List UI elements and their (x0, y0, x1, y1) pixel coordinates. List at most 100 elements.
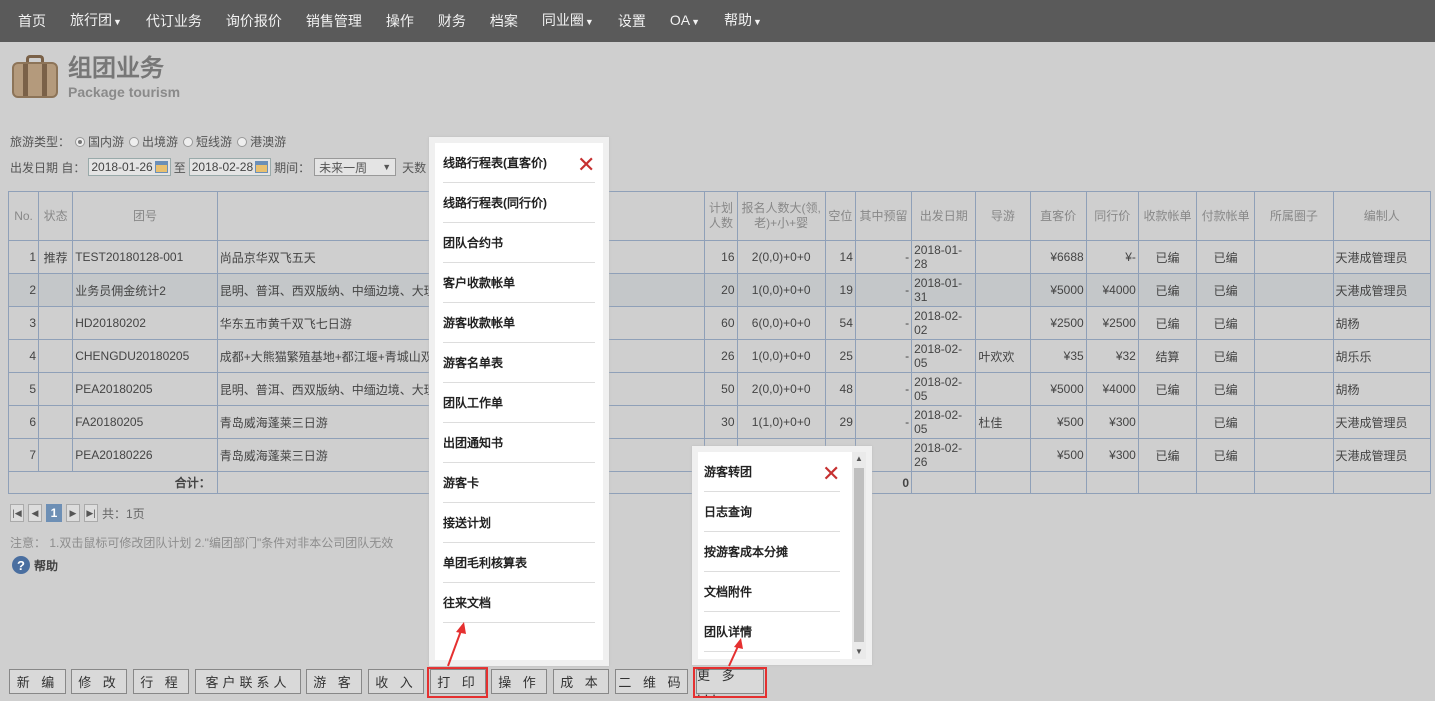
print-menu-item[interactable]: 线路行程表(直客价) (443, 143, 595, 183)
cell-code: PEA20180226 (72, 438, 218, 472)
more-menu-item[interactable]: 日志查询 (704, 492, 840, 532)
cell-creator: 天港成管理员 (1332, 438, 1432, 472)
column-header[interactable]: 报名人数大(领,老)+小+婴 (736, 191, 826, 241)
date-from-input[interactable]: 2018-01-26 (88, 158, 171, 176)
column-header[interactable]: 直客价 (1029, 191, 1087, 241)
cell-code: PEA20180205 (72, 372, 218, 406)
table-row[interactable]: 5 PEA20180205 昆明、普洱、西双版纳、中缅边境、大理 50 2(0,0)+0… (7, 372, 1432, 406)
radio-icon[interactable] (237, 137, 248, 147)
edit-button[interactable]: 修 改 (71, 669, 127, 694)
table-row[interactable]: 2 业务员佣金统计2 昆明、普洱、西双版纳、中缅边境、大理 20 1(0,0)+0+0 1… (7, 273, 1432, 307)
column-header[interactable]: 编制人 (1332, 191, 1432, 241)
cost-button[interactable]: 成 本 (553, 669, 609, 694)
tourist-button[interactable]: 游 客 (306, 669, 362, 694)
nav-item[interactable]: 销售管理 (294, 0, 374, 42)
calendar-icon[interactable] (255, 161, 269, 173)
table-row[interactable]: 3 HD20180202 华东五市黄千双飞七日游 60 6(0,0)+0+0 54-201… (7, 306, 1432, 340)
travel-type-filter: 旅游类型： 国内游 出境游 短线游 港澳游 (10, 133, 286, 150)
print-menu-item[interactable]: 出团通知书 (443, 423, 595, 463)
nav-item[interactable]: 财务 (426, 0, 478, 42)
table-row[interactable]: 6 FA20180205 青岛威海蓬莱三日游 30 1(1,0)+0+0 29-2018-… (7, 405, 1432, 439)
column-header[interactable]: 付款帐单 (1196, 191, 1256, 241)
print-menu-item[interactable]: 游客收款帐单 (443, 303, 595, 343)
column-header[interactable]: 空位 (824, 191, 856, 241)
column-header[interactable]: 导游 (975, 191, 1031, 241)
last-page-icon[interactable]: ▶| (84, 504, 98, 522)
radio-icon[interactable] (129, 137, 140, 147)
radio-icon[interactable] (75, 137, 86, 147)
nav-item[interactable]: 设置 (606, 0, 658, 42)
travel-type-option[interactable]: 港澳游 (232, 135, 286, 149)
first-page-icon[interactable]: |◀ (10, 504, 24, 522)
nav-item[interactable]: 代订业务 (134, 0, 214, 42)
column-header[interactable]: 计划人数 (704, 191, 738, 241)
table-row[interactable]: 1 推荐 TEST20180128-001 尚品京华双飞五天 16 2(0,0)+0+0 1… (7, 240, 1432, 274)
scroll-thumb[interactable] (854, 468, 864, 642)
chevron-down-icon: ▼ (382, 162, 392, 172)
cell-vacant: 29 (824, 405, 856, 439)
cell-circle (1254, 273, 1334, 307)
period-select[interactable]: 未来一周 ▼ (314, 158, 397, 176)
column-header[interactable]: 状态 (38, 191, 74, 241)
cell-guide: 叶欢欢 (975, 339, 1031, 373)
cell-vacant: 25 (824, 339, 856, 373)
caret-down-icon: ▼ (753, 17, 762, 27)
travel-type-option[interactable]: 出境游 (124, 135, 178, 149)
scroll-down-icon[interactable]: ▼ (852, 645, 866, 659)
travel-type-option[interactable]: 短线游 (178, 135, 232, 149)
print-menu-item[interactable]: 单团毛利核算表 (443, 543, 595, 583)
operation-button[interactable]: 操 作 (491, 669, 547, 694)
print-menu-item[interactable]: 线路行程表(同行价) (443, 183, 595, 223)
nav-item[interactable]: 旅行团▼ (58, 0, 134, 43)
qrcode-button[interactable]: 二 维 码 (615, 669, 688, 694)
print-menu-item[interactable]: 游客卡 (443, 463, 595, 503)
current-page[interactable]: 1 (46, 504, 62, 522)
more-menu-scrollbar[interactable]: ▲ ▼ (852, 452, 866, 659)
print-menu-item[interactable]: 接送计划 (443, 503, 595, 543)
income-button[interactable]: 收 入 (368, 669, 424, 694)
column-header[interactable]: 同行价 (1085, 191, 1139, 241)
more-menu: ✕ ▲ ▼ 游客转团 日志查询 按游客成本分摊 文档附件 团队详情 (692, 446, 872, 665)
next-page-icon[interactable]: ▶ (66, 504, 80, 522)
cell-guide: 杜佳 (975, 405, 1031, 439)
radio-icon[interactable] (183, 137, 194, 147)
scroll-up-icon[interactable]: ▲ (852, 452, 866, 466)
more-menu-item[interactable]: 文档附件 (704, 572, 840, 612)
nav-item[interactable]: 同业圈▼ (530, 0, 606, 43)
nav-item[interactable]: 档案 (478, 0, 530, 42)
cell-circle (1254, 339, 1334, 373)
column-header[interactable]: 团号 (72, 191, 218, 241)
column-header[interactable]: 出发日期 (911, 191, 977, 241)
cell-receipt: 结算 (1137, 339, 1198, 373)
print-menu-item[interactable]: 游客名单表 (443, 343, 595, 383)
nav-item[interactable]: 询价报价 (214, 0, 294, 42)
cell-guide (975, 306, 1031, 340)
print-menu-item[interactable]: 团队工作单 (443, 383, 595, 423)
nav-item[interactable]: 操作 (374, 0, 426, 42)
help-link[interactable]: ? 帮助 (12, 556, 58, 574)
date-to-input[interactable]: 2018-02-28 (188, 158, 272, 176)
new-button[interactable]: 新 编 (9, 669, 66, 694)
nav-item[interactable]: OA▼ (658, 0, 712, 43)
column-header[interactable]: 其中预留 (854, 191, 913, 241)
print-menu-item[interactable]: 团队合约书 (443, 223, 595, 263)
suitcase-icon (10, 54, 60, 100)
cell-plan: 60 (704, 306, 738, 340)
prev-page-icon[interactable]: ◀ (28, 504, 42, 522)
print-menu-item[interactable]: 客户收款帐单 (443, 263, 595, 303)
more-menu-item[interactable]: 游客转团 (704, 452, 840, 492)
cell-receipt (1137, 405, 1198, 439)
more-menu-item[interactable]: 按游客成本分摊 (704, 532, 840, 572)
cell-vacant: 14 (824, 240, 856, 274)
nav-item[interactable]: 帮助▼ (712, 0, 774, 43)
travel-type-option[interactable]: 国内游 (70, 135, 124, 149)
itinerary-button[interactable]: 行 程 (133, 669, 189, 694)
calendar-icon[interactable] (154, 161, 168, 173)
column-header[interactable]: 收款帐单 (1137, 191, 1198, 241)
table-row[interactable]: 4 CHENGDU20180205 成都+大熊猫繁殖基地+都江堰+青城山双 26 1(0… (7, 339, 1432, 373)
customer-contact-button[interactable]: 客户联系人 (195, 669, 301, 694)
print-menu-item[interactable]: 往来文档 (443, 583, 595, 623)
nav-item[interactable]: 首页 (6, 0, 58, 42)
column-header[interactable]: No. (7, 191, 40, 241)
column-header[interactable]: 所属圈子 (1254, 191, 1334, 241)
